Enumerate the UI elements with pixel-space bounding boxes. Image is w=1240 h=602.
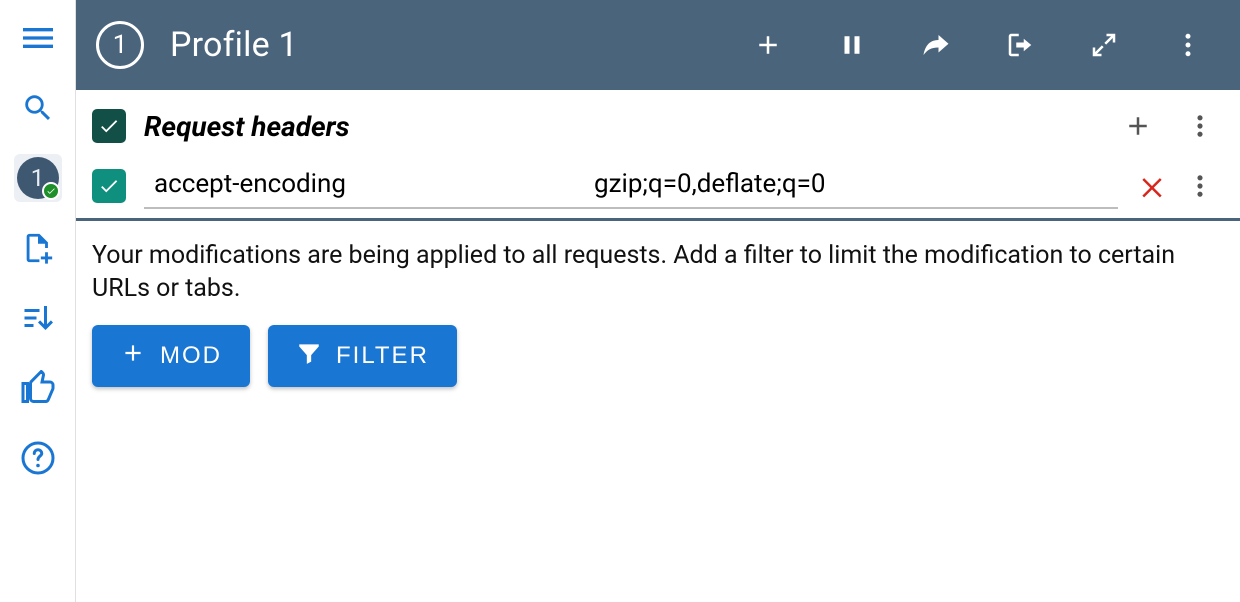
share-button[interactable] [904, 13, 968, 77]
pause-button[interactable] [820, 13, 884, 77]
section-more-button[interactable] [1176, 102, 1224, 150]
add-button[interactable] [736, 13, 800, 77]
appbar-more-button[interactable] [1156, 13, 1220, 77]
add-filter-button[interactable]: FILTER [268, 325, 457, 387]
header-row-more-button[interactable] [1176, 162, 1224, 210]
header-row-checkbox[interactable] [92, 169, 126, 203]
add-mod-label: MOD [160, 342, 222, 370]
add-filter-label: FILTER [336, 342, 429, 370]
new-file-button[interactable] [14, 224, 62, 272]
appbar-profile-badge: 1 [96, 21, 144, 69]
section-toggle-checkbox[interactable] [92, 109, 126, 143]
header-name-input[interactable] [144, 163, 584, 205]
fullscreen-button[interactable] [1072, 13, 1136, 77]
appbar-profile-number: 1 [113, 30, 128, 60]
sidebar-profile-1[interactable]: 1 [14, 154, 62, 202]
sidebar: 1 [0, 0, 76, 602]
section-title: Request headers [144, 110, 1100, 143]
profile-active-check-icon [42, 182, 60, 200]
section-request-headers: Request headers [76, 90, 1240, 162]
help-button[interactable] [14, 434, 62, 482]
header-row-delete-button[interactable] [1128, 162, 1176, 210]
import-button[interactable] [988, 13, 1052, 77]
action-button-row: MOD FILTER [76, 313, 1240, 399]
menu-button[interactable] [14, 14, 62, 62]
header-value-input[interactable] [584, 163, 1118, 205]
add-mod-button[interactable]: MOD [92, 325, 250, 387]
filter-icon [296, 340, 322, 373]
like-button[interactable] [14, 364, 62, 412]
filter-hint-text: Your modifications are being applied to … [76, 221, 1240, 313]
plus-icon [120, 340, 146, 373]
page-title: Profile 1 [170, 25, 298, 65]
header-row [76, 162, 1240, 221]
sort-button[interactable] [14, 294, 62, 342]
search-button[interactable] [14, 84, 62, 132]
app-bar: 1 Profile 1 [76, 0, 1240, 90]
section-add-button[interactable] [1114, 102, 1162, 150]
content: Request headers [76, 90, 1240, 602]
